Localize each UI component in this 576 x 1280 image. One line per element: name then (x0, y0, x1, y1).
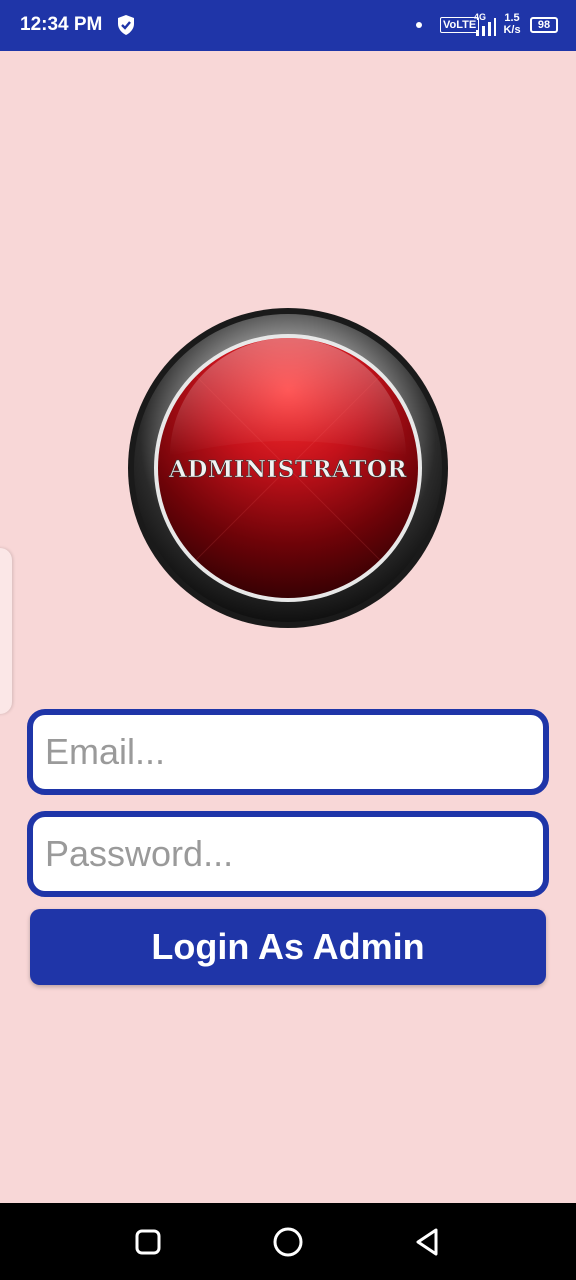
email-input[interactable] (33, 715, 543, 789)
signal-strength-icon (476, 18, 496, 36)
speed-value: 1.5 (504, 12, 520, 24)
network-speed: 1.5 K/s (500, 12, 524, 36)
logo-text: ADMINISTRATOR (168, 456, 407, 483)
status-time: 12:34 PM (20, 14, 103, 35)
navigation-bar (0, 1203, 576, 1280)
login-as-admin-button[interactable]: Login As Admin (30, 909, 546, 985)
shield-check-icon (118, 15, 134, 35)
password-input[interactable] (33, 817, 543, 891)
triangle-back-icon[interactable] (410, 1225, 444, 1259)
battery-icon: 98 (530, 17, 558, 33)
edge-panel-handle[interactable] (0, 548, 12, 714)
status-bar: 12:34 PM VoLTE 4G 1.5 K/s 98 (0, 0, 576, 51)
speed-unit: K/s (503, 24, 521, 36)
circle-home-icon[interactable] (271, 1225, 305, 1259)
password-field-container (27, 811, 549, 897)
square-recents-icon[interactable] (131, 1225, 165, 1259)
email-field-container (27, 709, 549, 795)
administrator-logo: ADMINISTRATOR (128, 308, 448, 628)
notification-dot-icon (416, 22, 422, 28)
